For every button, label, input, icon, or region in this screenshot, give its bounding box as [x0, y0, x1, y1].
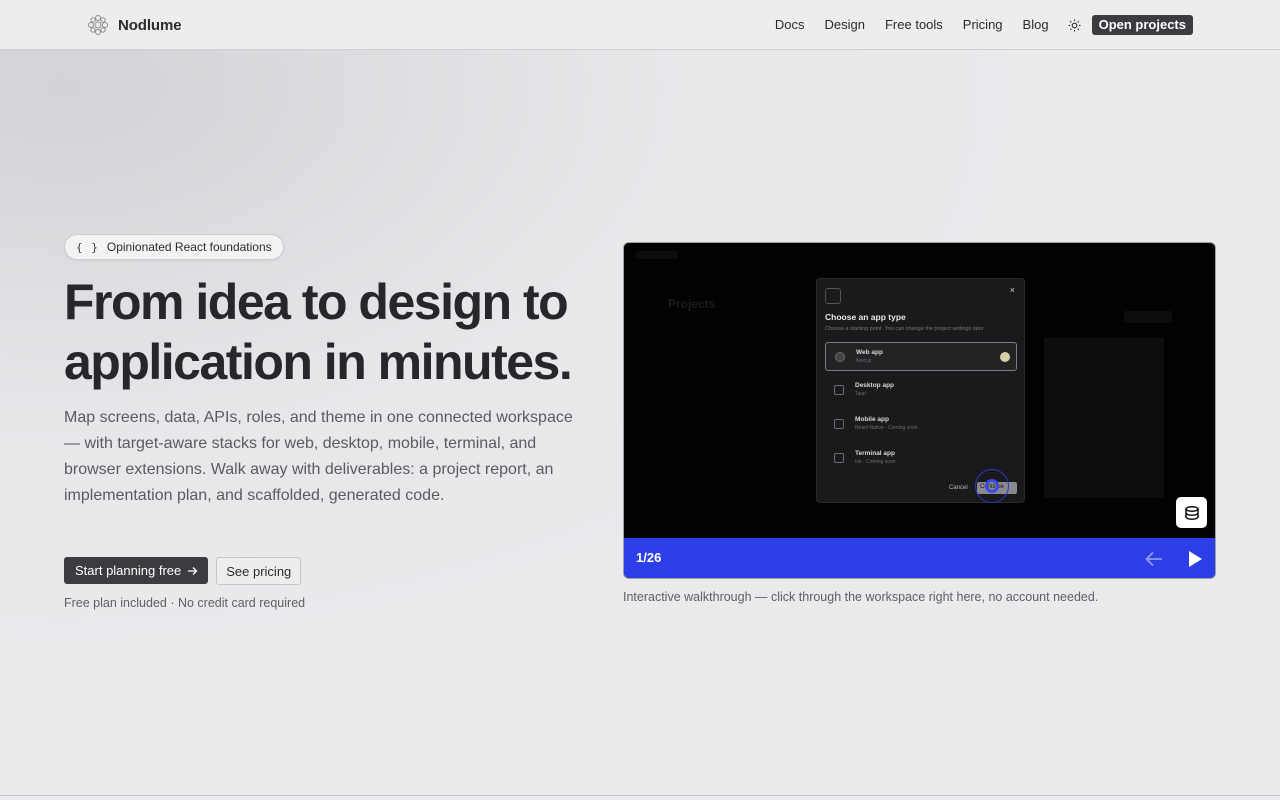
- modal-description: Choose a starting point. You can change …: [825, 326, 985, 332]
- nav-pricing[interactable]: Pricing: [963, 14, 1003, 36]
- open-projects-button[interactable]: Open projects: [1091, 15, 1193, 35]
- background-panel: [1044, 338, 1164, 498]
- terminal-icon: [834, 453, 844, 463]
- start-planning-button[interactable]: Start planning free: [64, 557, 209, 584]
- arrow-left-icon[interactable]: [1144, 550, 1164, 568]
- modal-close-icon[interactable]: ×: [1010, 285, 1015, 295]
- database-icon[interactable]: [1176, 497, 1207, 528]
- hero-badge: { } Opinionated React foundations: [64, 234, 284, 260]
- braces-icon: { }: [76, 240, 99, 254]
- globe-icon: [835, 352, 845, 362]
- nav-blog[interactable]: Blog: [1023, 14, 1049, 36]
- section-divider: [0, 795, 1280, 796]
- start-planning-label: Start planning free: [75, 563, 182, 578]
- app-type-modal: × Choose an app type Choose a starting p…: [816, 278, 1025, 503]
- nav-design[interactable]: Design: [825, 14, 865, 36]
- phone-icon: [834, 419, 844, 429]
- hero-fineprint: Free plan included · No credit card requ…: [64, 596, 306, 610]
- check-icon: [1000, 352, 1010, 362]
- walkthrough-player[interactable]: Projects × Choose an app type Choose a s…: [623, 242, 1216, 579]
- option-sub: Ink · Coming soon: [855, 459, 896, 465]
- background-button: [1124, 311, 1172, 323]
- click-indicator-inner: [985, 479, 999, 493]
- walkthrough-controls: 1/26: [624, 538, 1215, 578]
- option-name: Web app: [856, 349, 883, 356]
- modal-cancel-button[interactable]: Cancel: [949, 485, 968, 491]
- monitor-icon: [834, 385, 844, 395]
- hero-cta-row: Start planning free See pricing: [64, 557, 302, 585]
- nav-docs[interactable]: Docs: [775, 14, 805, 36]
- modal-title: Choose an app type: [825, 312, 906, 322]
- walkthrough-screen[interactable]: Projects × Choose an app type Choose a s…: [624, 243, 1215, 538]
- background-bar: [636, 251, 678, 259]
- option-name: Mobile app: [855, 416, 889, 423]
- step-counter: 1/26: [636, 550, 662, 565]
- grid-icon: [825, 288, 841, 304]
- hero-subtitle: Map screens, data, APIs, roles, and them…: [64, 409, 573, 504]
- option-web-app[interactable]: Web app Next.js: [825, 342, 1017, 371]
- option-mobile-app[interactable]: Mobile app React Native · Coming soon: [825, 410, 1017, 439]
- brand-link[interactable]: Nodlume: [86, 13, 182, 37]
- option-sub: Tauri: [855, 391, 866, 397]
- walkthrough-caption: Interactive walkthrough — click through …: [623, 590, 1099, 604]
- sun-icon[interactable]: [1067, 17, 1083, 33]
- option-name: Desktop app: [855, 382, 895, 389]
- brand-name: Nodlume: [118, 16, 182, 34]
- nodlume-logo-icon: [88, 15, 108, 35]
- see-pricing-button[interactable]: See pricing: [216, 557, 302, 585]
- site-header: Nodlume Docs Design Free tools Pricing B…: [0, 0, 1280, 50]
- arrow-right-icon: [188, 566, 198, 575]
- play-icon[interactable]: [1186, 549, 1204, 569]
- badge-label: Opinionated React foundations: [106, 240, 272, 254]
- option-sub: Next.js: [856, 358, 872, 364]
- option-desktop-app[interactable]: Desktop app Tauri: [825, 376, 1017, 405]
- background-page-title: Projects: [668, 297, 716, 311]
- hero-title: From idea to design to application in mi…: [64, 274, 573, 390]
- main-nav: Docs Design Free tools Pricing Blog Open…: [775, 14, 1193, 36]
- option-sub: React Native · Coming soon: [855, 425, 918, 431]
- nav-free-tools[interactable]: Free tools: [885, 14, 943, 36]
- option-name: Terminal app: [855, 450, 895, 457]
